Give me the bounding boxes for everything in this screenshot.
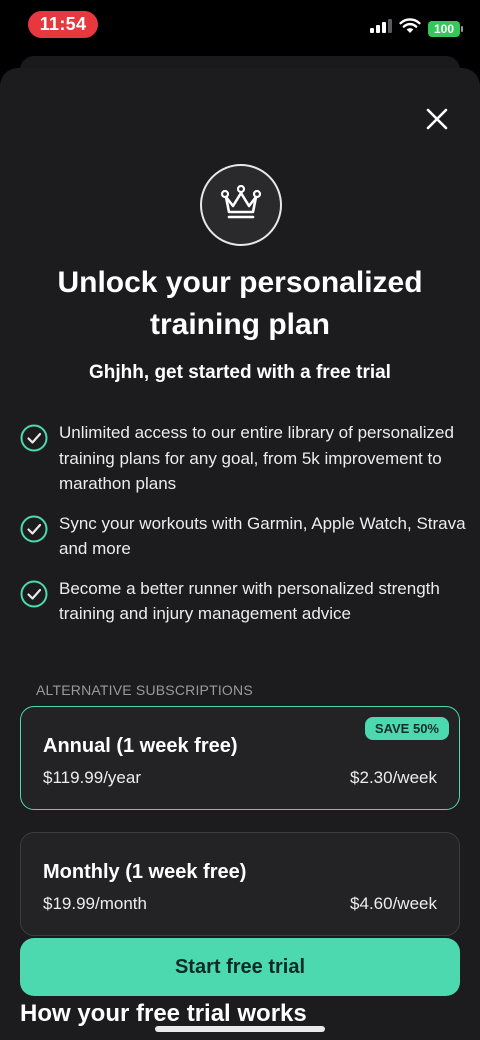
start-free-trial-button[interactable]: Start free trial <box>20 938 460 996</box>
feature-text: Unlimited access to our entire library o… <box>59 423 454 493</box>
check-circle-icon <box>20 580 50 613</box>
monthly-plan-card[interactable]: Monthly (1 week free) $19.99/month $4.60… <box>20 832 460 936</box>
plan-weekly-price: $4.60/week <box>350 894 437 913</box>
home-indicator <box>155 1026 325 1032</box>
page-title: Unlock your personalized training plan <box>57 266 423 341</box>
feature-text: Sync your workouts with Garmin, Apple Wa… <box>59 513 466 559</box>
cellular-signal-icon <box>370 19 392 38</box>
save-badge: SAVE 50% <box>364 717 449 740</box>
plan-weekly-price: $2.30/week <box>350 768 437 787</box>
close-button[interactable] <box>420 104 454 138</box>
section-title: How your free trial works <box>20 1000 307 1027</box>
check-circle-icon <box>20 515 50 548</box>
crown-icon <box>220 184 262 226</box>
feature-item: Become a better runner with personalized… <box>20 576 470 627</box>
feature-text: Become a better runner with personalized… <box>59 578 440 624</box>
status-time: 11:54 <box>28 11 98 38</box>
annual-plan-card[interactable]: SAVE 50% Annual (1 week free) $119.99/ye… <box>20 706 460 810</box>
plan-name: Annual (1 week free) <box>43 735 238 757</box>
plan-name: Monthly (1 week free) <box>43 861 247 883</box>
page-subtitle: Ghjhh, get started with a free trial <box>89 362 391 383</box>
status-icons: 100 <box>370 18 463 39</box>
battery-icon: 100 <box>428 20 463 37</box>
plan-price: $19.99/month <box>43 894 147 913</box>
wifi-icon <box>399 18 421 39</box>
check-circle-icon <box>20 424 50 457</box>
alternative-subscriptions-label: ALTERNATIVE SUBSCRIPTIONS <box>36 682 253 698</box>
feature-list: Unlimited access to our entire library o… <box>20 420 470 641</box>
feature-item: Sync your workouts with Garmin, Apple Wa… <box>20 511 470 562</box>
close-icon[interactable] <box>426 108 448 135</box>
crown-badge <box>200 164 282 246</box>
plan-price: $119.99/year <box>43 768 141 787</box>
feature-item: Unlimited access to our entire library o… <box>20 420 470 497</box>
status-bar: 11:54 100 <box>0 0 480 50</box>
